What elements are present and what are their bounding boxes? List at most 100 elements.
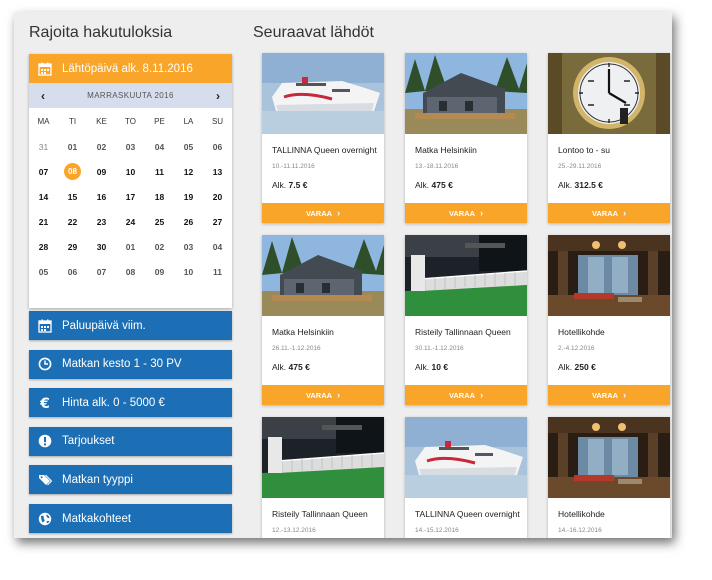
filter-globe[interactable]: Matkakohteet xyxy=(29,504,232,533)
trip-image[interactable] xyxy=(548,417,670,498)
departure-date-label: Lähtöpäivä alk. 8.11.2016 xyxy=(62,62,193,75)
trip-image[interactable] xyxy=(262,53,384,134)
book-button[interactable]: VARAA › xyxy=(548,385,670,405)
trip-image[interactable] xyxy=(405,235,527,316)
trip-card[interactable]: Hotellikohde 2.-4.12.2016 Alk. 250 € VARAA › xyxy=(548,235,670,405)
trip-title[interactable]: Hotellikohde xyxy=(558,327,605,337)
trip-dates: 13.-18.11.2016 xyxy=(415,163,459,170)
book-button[interactable]: VARAA › xyxy=(548,203,670,223)
next-month-button[interactable]: › xyxy=(204,83,232,108)
departure-date-header[interactable]: Lähtöpäivä alk. 8.11.2016 xyxy=(29,54,232,83)
book-button[interactable]: VARAA › xyxy=(262,203,384,223)
price-prefix: Alk. xyxy=(272,180,287,190)
calendar-day[interactable]: 23 xyxy=(87,209,116,234)
trip-image[interactable] xyxy=(548,235,670,316)
book-button[interactable]: VARAA › xyxy=(405,385,527,405)
trip-card[interactable]: TALLINNA Queen overnight 14.-15.12.2016 xyxy=(405,417,527,538)
trip-card[interactable]: Risteily Tallinnaan Queen 30.11.-1.12.201… xyxy=(405,235,527,405)
calendar-icon xyxy=(38,319,52,333)
calendar-day[interactable]: 27 xyxy=(203,209,232,234)
weekday-label: TI xyxy=(68,116,77,126)
calendar-day[interactable]: 19 xyxy=(174,184,203,209)
filter-calendar[interactable]: Paluupäivä viim. xyxy=(29,311,232,340)
filter-tags[interactable]: Matkan tyyppi xyxy=(29,465,232,495)
trip-title[interactable]: TALLINNA Queen overnight xyxy=(272,145,377,155)
trip-card[interactable]: Matka Helsinkiin 13.-18.11.2016 Alk. 475 €… xyxy=(405,53,527,223)
trip-image[interactable] xyxy=(262,417,384,498)
calendar-day[interactable]: 11 xyxy=(145,159,174,184)
calendar-day[interactable]: 24 xyxy=(116,209,145,234)
trip-title[interactable]: Risteily Tallinnaan Queen xyxy=(415,327,511,337)
price-value: 7.5 € xyxy=(288,180,308,190)
book-button[interactable]: VARAA › xyxy=(262,385,384,405)
trip-title[interactable]: Matka Helsinkiin xyxy=(415,145,477,155)
calendar-day: 05 xyxy=(183,141,194,152)
trip-card[interactable]: Hotellikohde 14.-16.12.2016 xyxy=(548,417,670,538)
book-button[interactable]: VARAA › xyxy=(405,203,527,223)
trip-title[interactable]: Lontoo to - su xyxy=(558,145,610,155)
trip-image[interactable] xyxy=(262,235,384,316)
trip-dates: 12.-13.12.2016 xyxy=(272,527,316,534)
filters-heading: Rajoita hakutuloksia xyxy=(29,24,173,41)
trip-dates: 25.-29.11.2016 xyxy=(558,163,602,170)
calendar-day[interactable]: 15 xyxy=(58,184,87,209)
svg-text:€: € xyxy=(39,396,50,410)
calendar-day[interactable]: 18 xyxy=(145,184,174,209)
price-prefix: Alk. xyxy=(558,362,573,372)
weekday-label: KE xyxy=(96,116,107,126)
calendar-day[interactable]: 25 xyxy=(145,209,174,234)
calendar-day[interactable]: 26 xyxy=(174,209,203,234)
calendar-day[interactable]: 21 xyxy=(29,209,58,234)
trip-title[interactable]: TALLINNA Queen overnight xyxy=(415,509,520,519)
filter-exclamation[interactable]: Tarjoukset xyxy=(29,426,232,456)
prev-month-button[interactable]: ‹ xyxy=(29,83,57,108)
trip-card[interactable]: Risteily Tallinnaan Queen 12.-13.12.2016 xyxy=(262,417,384,538)
calendar-day: 06 xyxy=(212,141,223,152)
book-label: VARAA xyxy=(305,208,333,218)
trip-title[interactable]: Hotellikohde xyxy=(558,509,605,519)
filter-euro[interactable]: € Hinta alk. 0 - 5000 € xyxy=(29,388,232,418)
calendar-grid: MA TI KE TO PE LA SU 31 01 02 03 04 05 06 07 08 09 10 11 12… xyxy=(29,108,232,284)
chevron-right-icon: › xyxy=(480,208,484,218)
calendar-day[interactable]: 12 xyxy=(174,159,203,184)
trip-image[interactable] xyxy=(405,53,527,134)
trip-title[interactable]: Risteily Tallinnaan Queen xyxy=(272,509,368,519)
trip-image[interactable] xyxy=(548,53,670,134)
calendar-day: 11 xyxy=(213,266,222,277)
filter-label: Tarjoukset xyxy=(62,435,115,448)
trip-dates: 14.-16.12.2016 xyxy=(558,527,602,534)
calendar-day[interactable]: 07 xyxy=(29,159,58,184)
trip-card[interactable]: TALLINNA Queen overnight 10.-11.11.2016 Al… xyxy=(262,53,384,223)
departure-calendar: Lähtöpäivä alk. 8.11.2016 ‹ MARRASKUUTA … xyxy=(29,54,232,308)
calendar-day: 07 xyxy=(96,266,107,277)
book-label: VARAA xyxy=(591,208,619,218)
calendar-day-selected[interactable]: 08 xyxy=(58,159,87,184)
trip-card[interactable]: Lontoo to - su 25.-29.11.2016 Alk. 312.5 €… xyxy=(548,53,670,223)
calendar-icon xyxy=(38,62,52,76)
calendar-day[interactable]: 30 xyxy=(87,234,116,259)
calendar-day[interactable]: 09 xyxy=(87,159,116,184)
book-label: VARAA xyxy=(448,208,476,218)
calendar-day: 01 xyxy=(125,241,136,252)
calendar-day[interactable]: 16 xyxy=(87,184,116,209)
calendar-day[interactable]: 29 xyxy=(58,234,87,259)
selected-day-marker: 08 xyxy=(64,163,81,180)
calendar-day: 04 xyxy=(154,141,165,152)
trip-card[interactable]: Matka Helsinkiin 26.11.-1.12.2016 Alk. 475… xyxy=(262,235,384,405)
calendar-day[interactable]: 17 xyxy=(116,184,145,209)
chevron-right-icon: › xyxy=(623,208,627,218)
trip-dates: 2.-4.12.2016 xyxy=(558,345,595,352)
calendar-day[interactable]: 22 xyxy=(58,209,87,234)
chevron-right-icon: › xyxy=(480,390,484,400)
trip-title[interactable]: Matka Helsinkiin xyxy=(272,327,334,337)
price-prefix: Alk. xyxy=(415,362,430,372)
calendar-day[interactable]: 14 xyxy=(29,184,58,209)
trip-image[interactable] xyxy=(405,417,527,498)
filter-clock[interactable]: Matkan kesto 1 - 30 PV xyxy=(29,349,232,379)
calendar-day[interactable]: 10 xyxy=(116,159,145,184)
calendar-day[interactable]: 28 xyxy=(29,234,58,259)
calendar-day[interactable]: 13 xyxy=(203,159,232,184)
calendar-day[interactable]: 20 xyxy=(203,184,232,209)
book-label: VARAA xyxy=(448,390,476,400)
trip-dates: 30.11.-1.12.2016 xyxy=(415,345,464,352)
